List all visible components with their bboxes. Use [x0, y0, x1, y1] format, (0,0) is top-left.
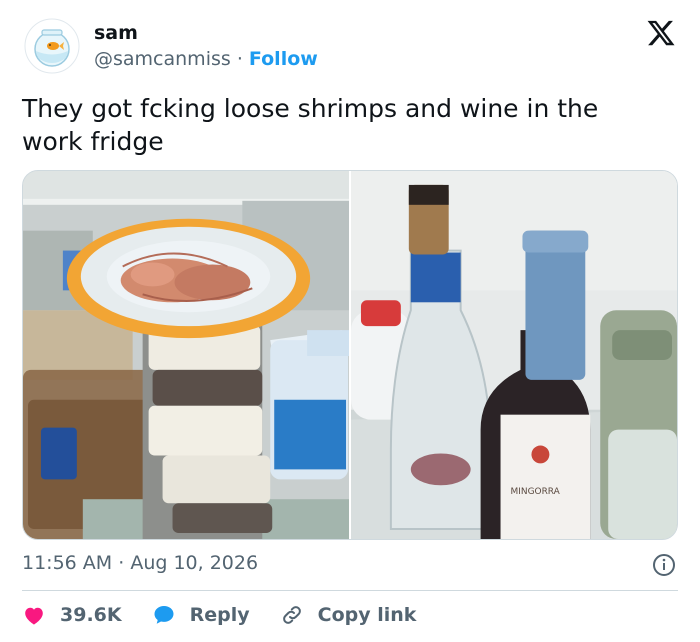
heart-icon	[25, 607, 43, 625]
media-grid: MINGORRA	[22, 170, 678, 540]
display-name[interactable]: sam	[94, 22, 138, 44]
action-bar: 39.6K Reply Copy link	[22, 600, 416, 630]
tweet-date: Aug 10, 2026	[130, 552, 259, 574]
copy-link-button[interactable]: Copy link	[280, 603, 417, 627]
timestamp-separator: ·	[118, 552, 125, 574]
wine-label-text: MINGORRA	[511, 487, 561, 497]
like-button[interactable]: 39.6K	[22, 603, 122, 627]
link-icon	[282, 606, 301, 624]
reply-bubble-icon	[154, 606, 174, 624]
x-logo-icon[interactable]	[646, 18, 676, 48]
divider	[22, 590, 678, 591]
reply-label: Reply	[189, 604, 250, 626]
avatar[interactable]	[24, 18, 80, 74]
fridge-shelf-shrimp-photo[interactable]	[23, 171, 349, 539]
tweet-text: They got fcking loose shrimps and wine i…	[22, 94, 599, 156]
like-count: 39.6K	[60, 604, 122, 626]
info-icon[interactable]	[652, 553, 676, 577]
fridge-door-wine-photo[interactable]: MINGORRA	[351, 171, 677, 539]
handle-row: @samcanmiss · Follow	[94, 48, 318, 70]
copy-link-label: Copy link	[317, 604, 417, 626]
follow-button[interactable]: Follow	[249, 48, 318, 70]
fishbowl-goldfish-icon	[24, 18, 80, 74]
tweet-time: 11:56 AM	[22, 552, 113, 574]
handle-separator: ·	[236, 48, 243, 70]
tweet-timestamp[interactable]: 11:56 AM · Aug 10, 2026	[22, 552, 258, 574]
user-handle[interactable]: @samcanmiss	[94, 48, 231, 70]
reply-button[interactable]: Reply	[152, 603, 250, 627]
